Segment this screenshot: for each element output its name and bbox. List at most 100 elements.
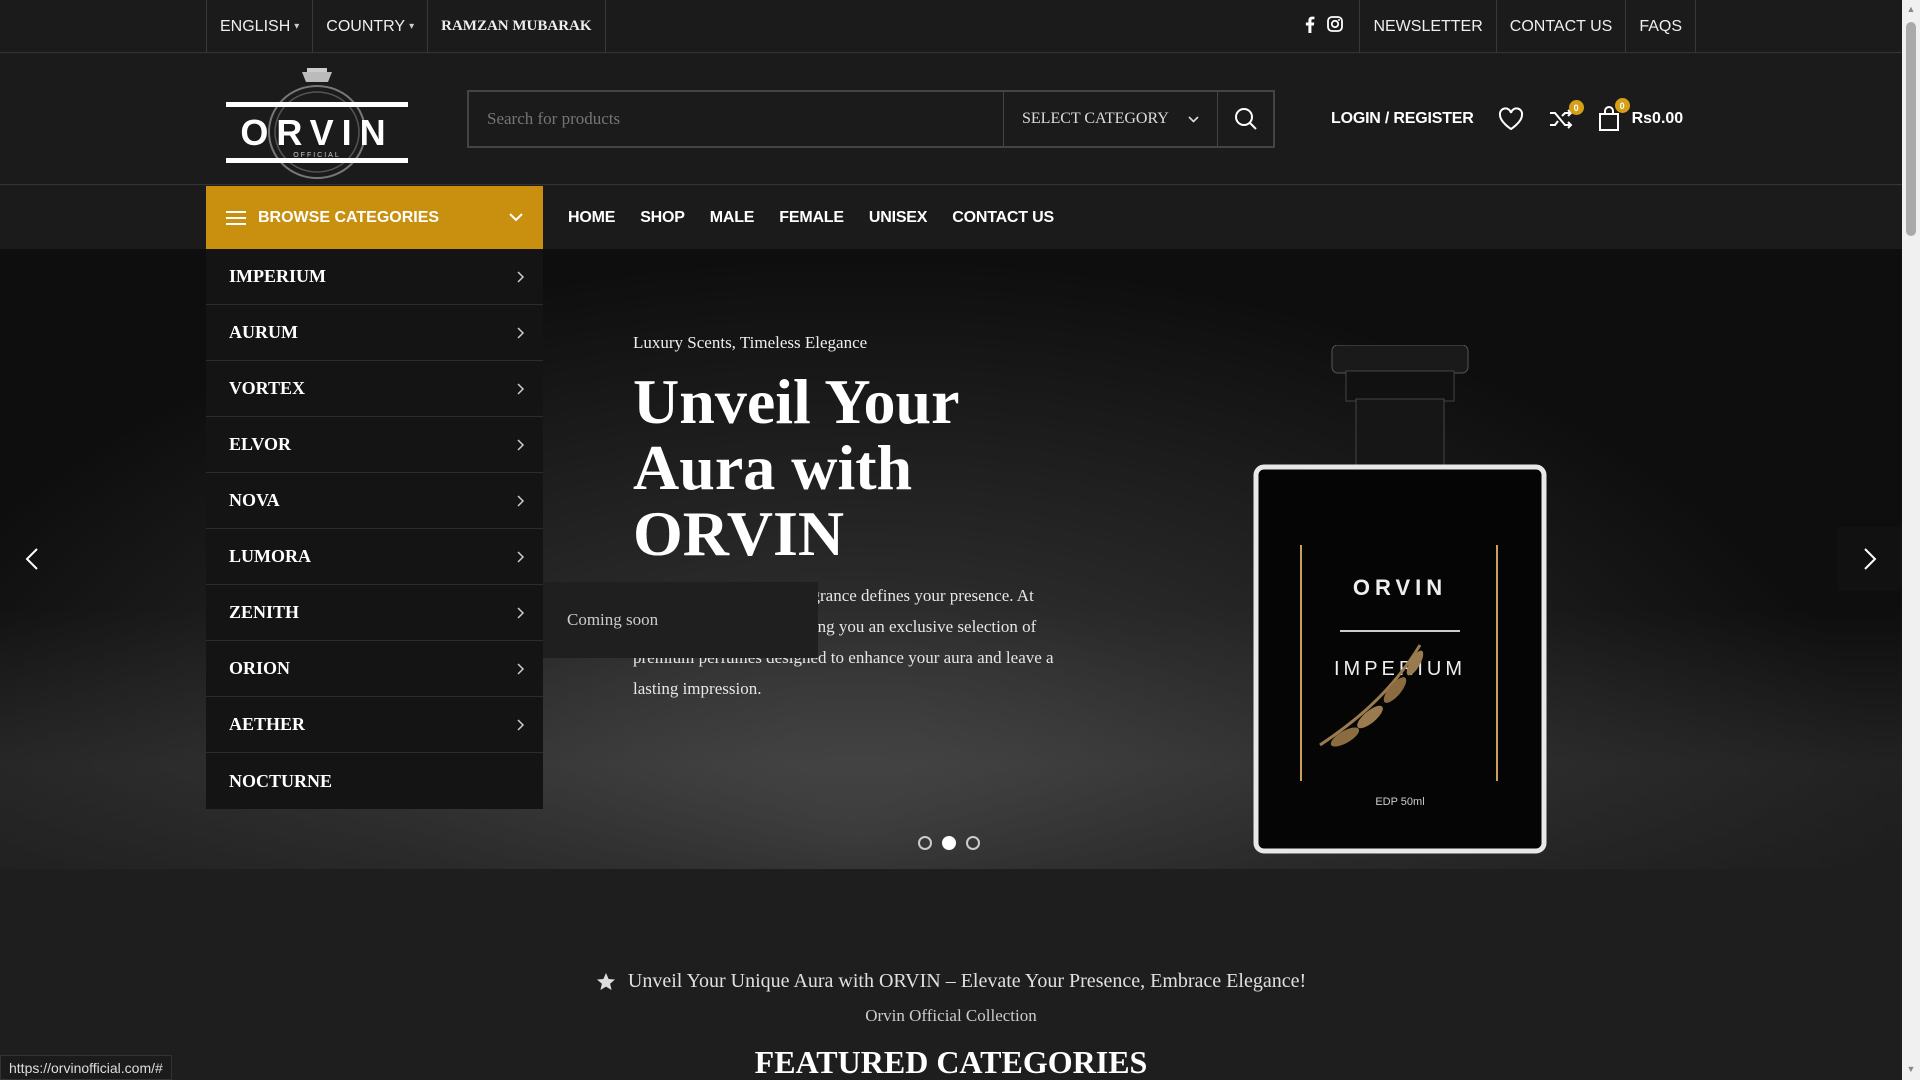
category-item-zenith[interactable]: ZENITH [206, 585, 543, 641]
page-scrollbar[interactable]: ▲ ▼ [1902, 0, 1920, 1080]
chevron-right-icon [517, 494, 525, 507]
chevron-right-icon [517, 382, 525, 395]
nav-shop[interactable]: SHOP [640, 209, 685, 227]
slider-next-button[interactable] [1838, 527, 1902, 591]
tagline: Unveil Your Unique Aura with ORVIN – Ele… [0, 970, 1902, 993]
cart-button[interactable]: 0 [1598, 98, 1630, 132]
bottle-product-name: IMPERIUM [1334, 658, 1466, 680]
category-label: AURUM [229, 322, 298, 342]
cart-count-badge: 0 [1614, 98, 1630, 113]
compare-count-badge: 0 [1568, 100, 1584, 115]
search-bar: SELECT CATEGORY [467, 90, 1275, 148]
menu-icon [226, 210, 246, 225]
category-label: NOCTURNE [229, 770, 333, 791]
top-bar: ENGLISH ▾ COUNTRY ▾ RAMZAN MUBARAK NEWSL… [0, 0, 1902, 53]
category-item-elvor[interactable]: ELVOR [206, 417, 543, 473]
category-item-aether[interactable]: AETHER [206, 697, 543, 753]
slider-prev-button[interactable] [0, 527, 64, 591]
main-nav: BROWSE CATEGORIES HOME SHOP MALE FEMALE … [0, 186, 1902, 249]
tagline-subtitle: Orvin Official Collection [865, 1006, 1037, 1025]
nav-male[interactable]: MALE [710, 209, 755, 227]
orvin-logo[interactable]: ORVIN OFFICIAL [222, 62, 412, 180]
faqs-link[interactable]: FAQS [1625, 0, 1696, 53]
browse-categories-label: BROWSE CATEGORIES [258, 208, 440, 226]
slider-dot[interactable] [966, 836, 980, 850]
chevron-down-icon [1188, 115, 1199, 123]
language-selector[interactable]: ENGLISH ▾ [206, 0, 312, 53]
bottle-size: EDP 50ml [1375, 796, 1424, 808]
category-select-label: SELECT CATEGORY [1022, 110, 1169, 127]
newsletter-link[interactable]: NEWSLETTER [1359, 0, 1495, 53]
scroll-thumb[interactable] [1906, 22, 1916, 236]
category-label: VORTEX [229, 378, 306, 398]
chevron-down-icon [509, 213, 523, 222]
instagram-icon[interactable] [1327, 16, 1344, 37]
scroll-up-icon[interactable]: ▲ [1906, 4, 1916, 16]
category-select[interactable]: SELECT CATEGORY [1003, 92, 1217, 146]
svg-text:OFFICIAL: OFFICIAL [293, 152, 341, 159]
browse-categories-button[interactable]: BROWSE CATEGORIES [206, 186, 543, 249]
featured-categories-heading: FEATURED CATEGORIES [754, 1044, 1148, 1080]
page: ENGLISH ▾ COUNTRY ▾ RAMZAN MUBARAK NEWSL… [0, 0, 1920, 1080]
slider-dots [918, 836, 980, 850]
language-label: ENGLISH [220, 17, 291, 35]
promo-text: RAMZAN MUBARAK [427, 0, 606, 53]
search-input[interactable] [469, 92, 1003, 146]
category-label: LUMORA [229, 546, 311, 566]
chevron-right-icon [517, 438, 525, 451]
header: ORVIN OFFICIAL SELECT CATEGORY LOGIN / R… [0, 54, 1902, 185]
category-item-vortex[interactable]: VORTEX [206, 361, 543, 417]
chevron-down-icon: ▾ [409, 21, 415, 32]
chevron-left-icon [25, 548, 38, 570]
nav-contact-us[interactable]: CONTACT US [952, 209, 1054, 227]
compare-button[interactable]: 0 [1548, 100, 1584, 130]
chevron-right-icon [517, 718, 525, 731]
social-links [1289, 0, 1359, 53]
browser-status-url: https://orvinofficial.com/# [0, 1055, 172, 1080]
login-register-link[interactable]: LOGIN / REGISTER [1331, 110, 1474, 128]
nav-female[interactable]: FEMALE [779, 209, 844, 227]
coming-soon-tooltip: Coming soon [543, 582, 818, 658]
category-item-lumora[interactable]: LUMORA [206, 529, 543, 585]
scroll-down-icon[interactable]: ▼ [1906, 1064, 1916, 1076]
slider-dot-active[interactable] [942, 836, 956, 850]
main-menu: HOME SHOP MALE FEMALE UNISEX CONTACT US [568, 186, 1054, 249]
chevron-right-icon [517, 326, 525, 339]
contact-us-link[interactable]: CONTACT US [1495, 0, 1626, 53]
category-item-aurum[interactable]: AURUM [206, 305, 543, 361]
category-item-imperium[interactable]: IMPERIUM [206, 249, 543, 305]
facebook-icon[interactable] [1305, 16, 1315, 38]
search-button[interactable] [1217, 92, 1273, 146]
category-label: ZENITH [229, 602, 300, 622]
logo-text: ORVIN [240, 112, 393, 153]
nav-home[interactable]: HOME [568, 209, 615, 227]
perfume-bottle-image: ORVIN IMPERIUM EDP 50ml [1250, 344, 1550, 855]
hero-title: Unveil Your Aura with ORVIN [633, 366, 959, 569]
header-actions: LOGIN / REGISTER 0 0 Rs0.00 [1331, 90, 1683, 148]
slider-dot[interactable] [918, 836, 932, 850]
chevron-right-icon [517, 606, 525, 619]
country-label: COUNTRY [326, 17, 406, 35]
tagline-text: Unveil Your Unique Aura with ORVIN – Ele… [627, 970, 1307, 992]
nav-unisex[interactable]: UNISEX [869, 209, 928, 227]
category-item-nova[interactable]: NOVA [206, 473, 543, 529]
category-label: AETHER [229, 714, 306, 734]
category-label: ELVOR [229, 434, 291, 454]
chevron-right-icon [517, 550, 525, 563]
bottle-brand: ORVIN [1353, 575, 1447, 600]
categories-dropdown: IMPERIUM AURUM VORTEX ELVOR NOVA LUMORA … [206, 249, 543, 809]
category-label: ORION [229, 658, 291, 678]
category-item-orion[interactable]: ORION [206, 641, 543, 697]
country-selector[interactable]: COUNTRY ▾ [312, 0, 427, 53]
cart-total[interactable]: Rs0.00 [1632, 110, 1684, 128]
chevron-right-icon [517, 662, 525, 675]
category-item-nocturne[interactable]: NOCTURNE [206, 753, 543, 809]
star-icon [596, 972, 615, 990]
category-label: NOVA [229, 490, 280, 510]
chevron-right-icon [1864, 548, 1877, 570]
search-icon [1234, 108, 1257, 130]
category-label: IMPERIUM [229, 266, 326, 286]
chevron-right-icon [517, 270, 525, 283]
wishlist-button[interactable] [1498, 107, 1524, 131]
chevron-down-icon: ▾ [294, 21, 300, 32]
